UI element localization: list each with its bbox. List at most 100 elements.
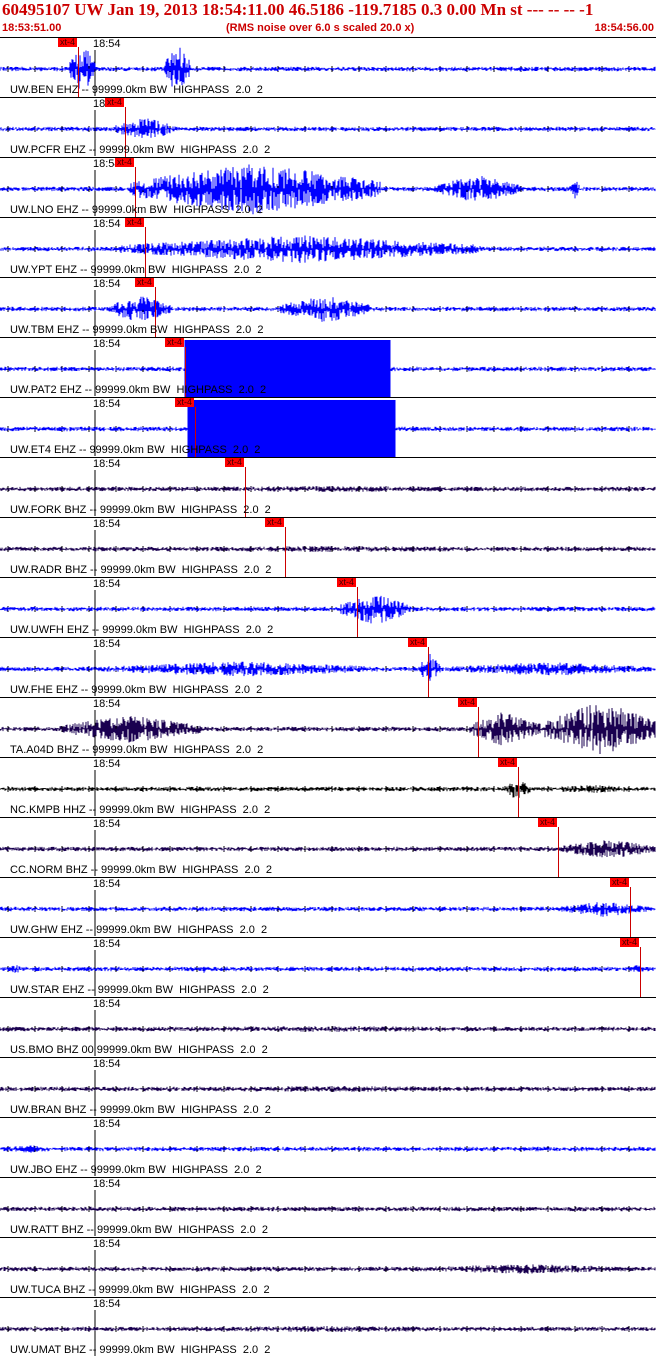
station-label: UW.FORK BHZ -- 99999.0km BW HIGHPASS 2.0… xyxy=(10,504,271,516)
seismogram-trace: 18:54 UW.UMAT BHZ -- 99999.0km BW HIGHPAS… xyxy=(0,1297,656,1357)
waveform-path xyxy=(0,595,656,624)
seismogram-trace: 18:54xt-4UW.PCFR EHZ -- 99999.0km BW HIG… xyxy=(0,97,656,157)
pick-flag[interactable]: xt-4 xyxy=(337,578,357,587)
waveform-path xyxy=(0,1086,656,1092)
station-label: UW.GHW EHZ -- 99999.0km BW HIGHPASS 2.0 … xyxy=(10,924,268,936)
station-label: US.BMO BHZ 00 99999.0km BW HIGHPASS 2.0 … xyxy=(10,1044,268,1056)
pick-flag[interactable]: xt-4 xyxy=(498,758,518,767)
waveform-path xyxy=(0,1264,656,1274)
minute-label: 18:54 xyxy=(93,938,121,950)
seismogram-trace: 18:54 xt-4 UW.GHW EHZ -- 99999.0km BW HIGH… xyxy=(0,877,656,937)
seismogram-trace: 18:54 UW.BRAN BHZ -- 99999.0km BW HIGHPAS… xyxy=(0,1057,656,1117)
station-label: UW.RATT BHZ -- 99999.0km BW HIGHPASS 2.0… xyxy=(10,1224,268,1236)
waveform-path xyxy=(0,1326,656,1332)
waveform-path xyxy=(0,118,656,138)
seismogram-trace: 18:54 xt-4 UW.TBM EHZ -- 99999.0km BW HIGH… xyxy=(0,277,656,337)
rms-note: (RMS noise over 6.0 s scaled 20.0 x) xyxy=(226,22,415,34)
seismogram-trace: 18:54 UW.RATT BHZ -- 99999.0km BW HIGHPAS… xyxy=(0,1177,656,1237)
waveform-path xyxy=(0,965,656,973)
seismogram-trace: 18:54 xt-4 UW.FHE EHZ -- 99999.0km BW HIGH… xyxy=(0,637,656,697)
station-label: UW.LNO EHZ -- 99999.0km BW HIGHPASS 2.0 … xyxy=(10,204,263,216)
minute-label: 18:54 xyxy=(93,398,121,410)
pick-line xyxy=(428,647,429,697)
pick-flag[interactable]: xt-4 xyxy=(135,278,155,287)
header: 60495107 UW Jan 19, 2013 18:54:11.00 46.… xyxy=(0,0,656,37)
waveform-path xyxy=(0,1145,656,1153)
minute-label: 18:54 xyxy=(93,1238,121,1250)
pick-flag[interactable]: xt-4 xyxy=(620,938,640,947)
station-label: UW.UMAT BHZ -- 99999.0km BW HIGHPASS 2.0… xyxy=(10,1344,271,1356)
pick-flag[interactable]: xt-4 xyxy=(610,878,630,887)
seismogram-trace: 18:54 xt-4 UW.FORK BHZ -- 99999.0km BW HIG… xyxy=(0,457,656,517)
station-label: UW.TUCA BHZ -- 99999.0km BW HIGHPASS 2.0… xyxy=(10,1284,270,1296)
seismogram-trace: 18:54 UW.TUCA BHZ -- 99999.0km BW HIGHPAS… xyxy=(0,1237,656,1297)
waveform-path xyxy=(0,654,656,681)
minute-label: 18:54 xyxy=(93,578,121,590)
seismogram-trace: 18:54 xt-4 UW.PAT2 EHZ -- 99999.0km BW HIG… xyxy=(0,337,656,398)
station-label: UW.BRAN BHZ -- 99999.0km BW HIGHPASS 2.0… xyxy=(10,1104,271,1116)
pick-flag[interactable]: xt-4 xyxy=(165,338,185,347)
pick-flag[interactable]: xt-4 xyxy=(125,218,145,227)
waveform-path xyxy=(0,1206,656,1212)
station-label: UW.STAR EHZ -- 99999.0km BW HIGHPASS 2.0… xyxy=(10,984,269,996)
start-time: 18:53:51.00 xyxy=(2,22,62,34)
station-label: UW.ET4 EHZ -- 99999.0km BW HIGHPASS 2.0 … xyxy=(10,444,261,456)
pick-flag[interactable]: xt-4 xyxy=(175,398,195,407)
seismogram-trace: 18:54 xt-4 UW.YPT EHZ -- 99999.0km BW HIGH… xyxy=(0,217,656,277)
seismogram-trace: 18:54 xt-4 UW.RADR BHZ -- 99999.0km BW HIG… xyxy=(0,517,656,577)
waveform-path xyxy=(0,47,656,89)
station-label: UW.TBM EHZ -- 99999.0km BW HIGHPASS 2.0 … xyxy=(10,324,264,336)
seismogram-trace: 18:54 xt-4 UW.ET4 EHZ -- 99999.0km BW HIGH… xyxy=(0,397,656,458)
pick-flag[interactable]: xt-4 xyxy=(115,158,135,167)
minute-label: 18:54 xyxy=(93,818,121,830)
station-label: UW.BEN EHZ -- 99999.0km BW HIGHPASS 2.0 … xyxy=(10,84,263,96)
minute-label: 18:54 xyxy=(93,878,121,890)
trace-panel: 18:54 xt-4 UW.BEN EHZ -- 99999.0km BW HIGH… xyxy=(0,37,656,1358)
event-title: 60495107 UW Jan 19, 2013 18:54:11.00 46.… xyxy=(2,0,594,19)
seismogram-trace: 18:54 xt-4 UW.LNO EHZ -- 99999.0km BW HIGH… xyxy=(0,157,656,217)
seismogram-trace: 18:54 UW.JBO EHZ -- 99999.0km BW HIGHPASS… xyxy=(0,1117,656,1177)
waveform-path xyxy=(0,296,656,322)
station-label: CC.NORM BHZ -- 99999.0km BW HIGHPASS 2.0… xyxy=(10,864,273,876)
minute-label: 18:54 xyxy=(93,518,121,530)
minute-label: 18:54 xyxy=(93,278,121,290)
station-label: UW.UWFH EHZ -- 99999.0km BW HIGHPASS 2.0… xyxy=(10,624,274,636)
minute-label: 18:54 xyxy=(93,1058,121,1070)
waveform-path xyxy=(0,546,656,552)
minute-label: 18:54 xyxy=(93,458,121,470)
minute-label: 18:54 xyxy=(93,998,121,1010)
pick-flag[interactable]: xt-4 xyxy=(225,458,245,467)
seismogram-trace: 18:54 xt-4 NC.KMPB HHZ -- 99999.0km BW HIG… xyxy=(0,757,656,817)
seismogram-trace: 18:54 US.BMO BHZ 00 99999.0km BW HIGHPASS… xyxy=(0,997,656,1057)
pick-flag[interactable]: xt-4 xyxy=(105,98,125,107)
minute-label: 18:54 xyxy=(93,698,121,710)
waveform-path xyxy=(0,486,656,492)
minute-label: 18:54 xyxy=(93,38,121,50)
station-label: UW.PCFR EHZ -- 99999.0km BW HIGHPASS 2.0… xyxy=(10,144,271,156)
pick-flag[interactable]: xt-4 xyxy=(538,818,558,827)
seismogram-trace: 18:54 xt-4 UW.UWFH EHZ -- 99999.0km BW HIG… xyxy=(0,577,656,637)
minute-label: 18:54 xyxy=(93,218,121,230)
minute-label: 18:54 xyxy=(93,638,121,650)
minute-label: 18:54 xyxy=(93,1178,121,1190)
pick-flag[interactable]: xt-4 xyxy=(408,638,428,647)
pick-flag[interactable]: xt-4 xyxy=(458,698,478,707)
waveform-path xyxy=(0,235,656,263)
minute-label: 18:54 xyxy=(93,758,121,770)
pick-line xyxy=(285,527,286,577)
station-label: UW.YPT EHZ -- 99999.0km BW HIGHPASS 2.0 … xyxy=(10,264,262,276)
pick-flag[interactable]: xt-4 xyxy=(265,518,285,527)
seismogram-trace: 18:54 xt-4 UW.BEN EHZ -- 99999.0km BW HIGH… xyxy=(0,37,656,97)
station-label: UW.JBO EHZ -- 99999.0km BW HIGHPASS 2.0 … xyxy=(10,1164,262,1176)
seismogram-trace: 18:54 xt-4 TA.A04D BHZ -- 99999.0km BW HIG… xyxy=(0,697,656,757)
seismogram-trace: 18:54 xt-4 UW.STAR EHZ -- 99999.0km BW HIG… xyxy=(0,937,656,997)
waveform-path xyxy=(0,782,656,798)
pick-line xyxy=(558,827,559,877)
waveform-path xyxy=(0,840,656,858)
minute-label: 18:54 xyxy=(93,338,121,350)
station-label: UW.PAT2 EHZ -- 99999.0km BW HIGHPASS 2.0… xyxy=(10,384,267,396)
pick-flag[interactable]: xt-4 xyxy=(58,38,78,47)
pick-line xyxy=(478,707,479,757)
pick-line xyxy=(630,887,631,937)
waveform-path xyxy=(0,902,656,917)
